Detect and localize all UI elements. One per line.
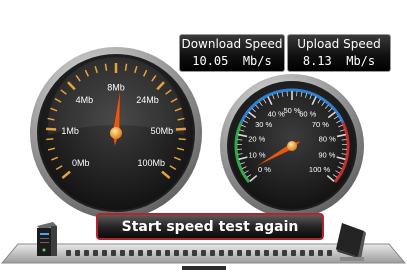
progress-dot — [264, 250, 269, 256]
needle-hub — [110, 127, 122, 139]
percent-tick-label: 0 % — [258, 165, 271, 174]
progress-dot — [174, 250, 179, 256]
speed-tick-label: 50Mb — [151, 126, 174, 136]
download-speed-label: Download Speed — [181, 37, 283, 51]
percent-tick-label: 100 % — [309, 165, 331, 174]
progress-dot — [201, 250, 206, 256]
progress-dot — [327, 250, 332, 256]
progress-dot — [219, 250, 224, 256]
progress-dot — [255, 250, 260, 256]
progress-dot — [120, 250, 125, 256]
progress-dot — [192, 250, 197, 256]
progress-dot — [300, 250, 305, 256]
gauge-tick — [178, 138, 186, 141]
percent-tick-label: 20 % — [248, 135, 265, 144]
progress-dot — [75, 250, 80, 256]
gauge-tick — [46, 127, 57, 131]
progress-dot — [156, 250, 161, 256]
speed-tick-label: 0Mb — [72, 158, 90, 168]
upload-speed-value: 8.13 Mb/s — [302, 54, 376, 68]
progress-dot — [84, 250, 89, 256]
progress-dot — [228, 250, 233, 256]
gauge-tick — [175, 127, 186, 131]
percent-tick-label: 80 % — [319, 135, 336, 144]
progress-dot — [93, 250, 98, 256]
progress-dot — [210, 250, 215, 256]
gauge-tick — [124, 63, 128, 71]
download-speed-value: 10.05 Mb/s — [192, 54, 272, 68]
speed-tick-label: 24Mb — [136, 95, 159, 105]
progress-dot — [291, 250, 296, 256]
progress-dot — [165, 250, 170, 256]
speed-tick-label: 8Mb — [107, 83, 125, 93]
progress-dot — [318, 250, 323, 256]
progress-dot — [237, 250, 242, 256]
percent-tick-label: 90 % — [318, 151, 335, 160]
percent-tick-label: 30 % — [255, 120, 272, 129]
progress-dot — [138, 250, 143, 256]
speed-tick-label: 100Mb — [137, 158, 165, 168]
needle-hub — [287, 141, 297, 151]
modem-icon — [336, 223, 366, 261]
percent-tick-label: 70 % — [312, 120, 329, 129]
progress-dot — [66, 250, 71, 256]
gauge-tick — [104, 63, 108, 71]
upload-speed-label: Upload Speed — [297, 37, 381, 51]
speed-tick-label: 1Mb — [61, 126, 79, 136]
progress-dot — [102, 250, 107, 256]
progress-dot — [129, 250, 134, 256]
download-speed-readout: Download Speed 10.05 Mb/s — [179, 34, 285, 72]
upload-speed-readout: Upload Speed 8.13 Mb/s — [287, 34, 391, 72]
gauge-tick — [46, 138, 54, 141]
progress-dot — [282, 250, 287, 256]
start-speed-test-again-button[interactable]: Start speed test again — [96, 213, 324, 240]
progress-dot — [246, 250, 251, 256]
computer-tower-icon — [37, 222, 57, 256]
upload-percent-gauge: 0 %10 %20 %30 %40 %50 %60 %70 %80 %90 %1… — [220, 74, 364, 218]
speed-tick-label: 4Mb — [76, 95, 94, 105]
percent-tick-label: 60 % — [299, 110, 316, 119]
progress-dot — [183, 250, 188, 256]
percent-tick-label: 10 % — [249, 151, 266, 160]
progress-dot — [147, 250, 152, 256]
progress-dot — [273, 250, 278, 256]
download-speed-gauge: 0Mb 1Mb 4Mb 8Mb 24Mb 50Mb 100Mb — [30, 47, 202, 219]
progress-dot — [111, 250, 116, 256]
progress-dot — [309, 250, 314, 256]
